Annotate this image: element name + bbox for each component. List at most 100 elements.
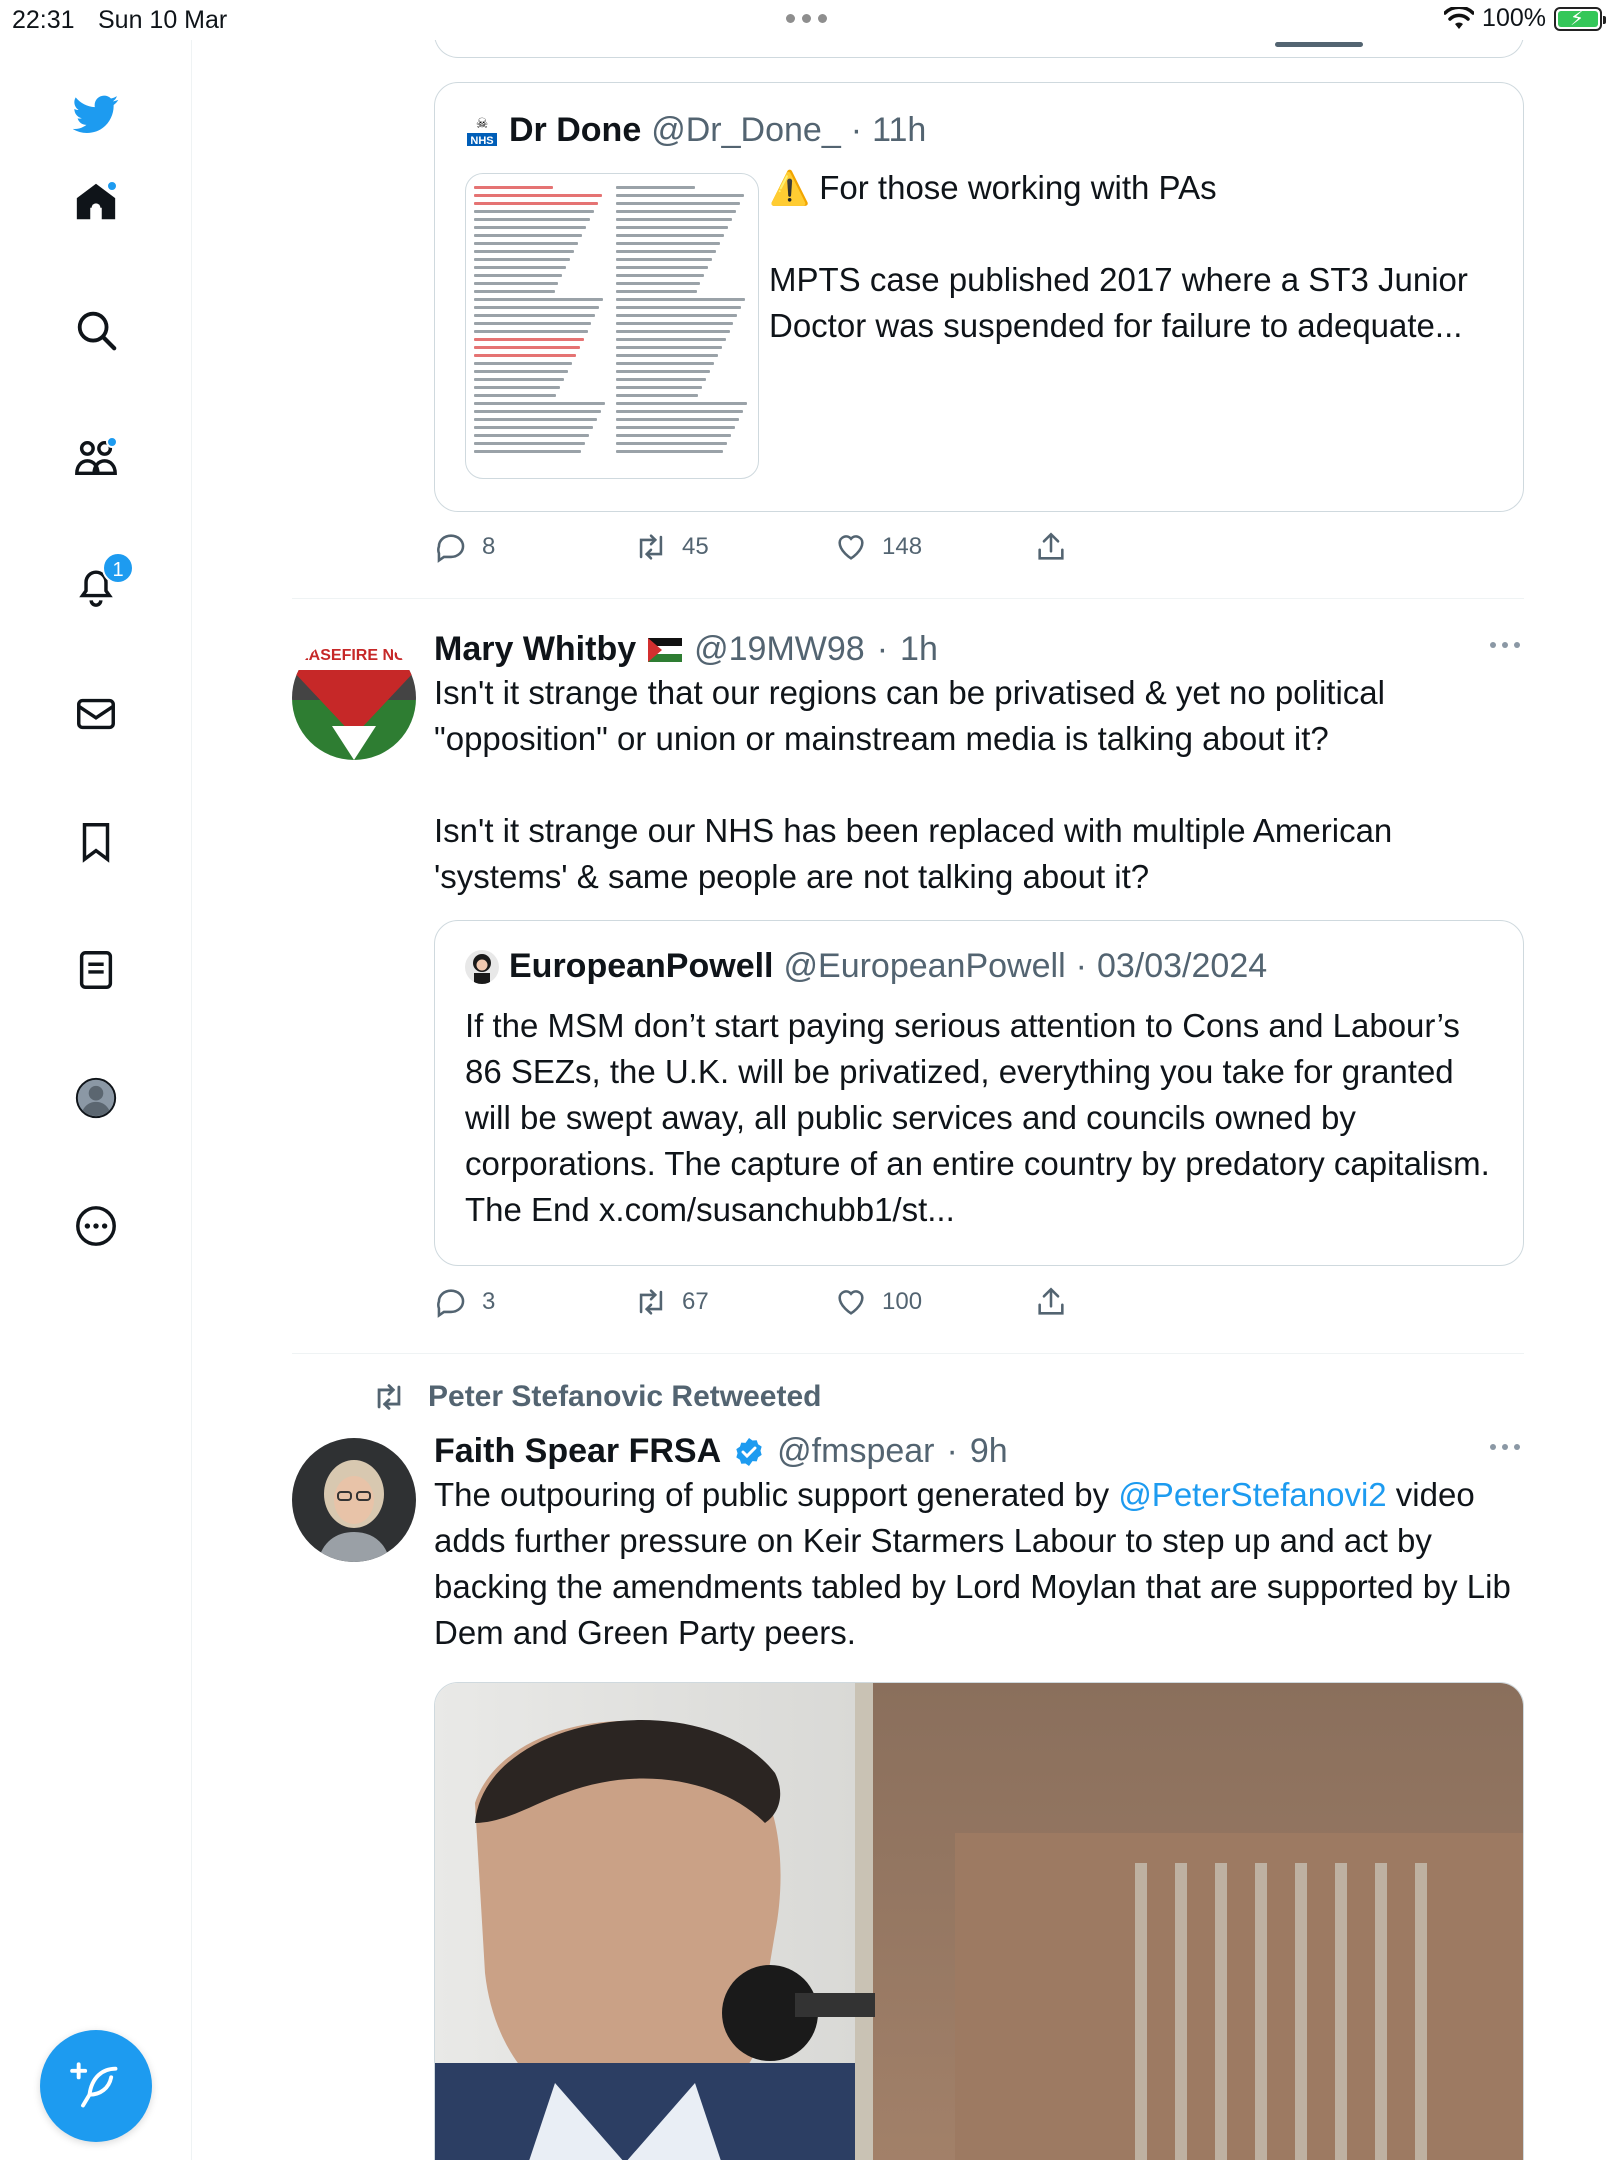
document-text-line bbox=[616, 218, 733, 221]
document-text-line bbox=[474, 450, 581, 453]
document-text-line bbox=[616, 434, 731, 437]
document-text-line bbox=[616, 314, 738, 317]
user-handle[interactable]: @fmspear bbox=[777, 1432, 934, 1471]
tweet-more-icon[interactable] bbox=[1490, 1444, 1520, 1450]
home-icon[interactable] bbox=[70, 176, 122, 228]
retweet-button[interactable]: 67 bbox=[634, 1285, 834, 1319]
tweet-actions: 3 67 100 bbox=[434, 1285, 1234, 1319]
heart-icon bbox=[838, 535, 864, 560]
retweeted-by-label[interactable]: Peter Stefanovic Retweeted bbox=[428, 1380, 821, 1414]
wifi-icon bbox=[1444, 6, 1475, 29]
document-text-line bbox=[474, 274, 563, 277]
document-image-thumbnail[interactable] bbox=[465, 173, 759, 479]
tweet-media-image[interactable] bbox=[434, 1682, 1524, 2160]
document-text-line bbox=[616, 210, 737, 213]
document-text-line bbox=[474, 442, 585, 445]
quoted-tweet-text: If the MSM don’t start paying serious at… bbox=[465, 1007, 1490, 1228]
share-icon bbox=[1038, 532, 1064, 560]
document-text-line bbox=[474, 242, 579, 245]
document-text-line bbox=[616, 226, 729, 229]
document-text-line bbox=[474, 194, 603, 197]
document-text-line bbox=[474, 210, 595, 213]
profile-avatar-icon[interactable] bbox=[70, 1072, 122, 1124]
twitter-logo-icon[interactable] bbox=[70, 88, 122, 140]
share-button[interactable] bbox=[1034, 1285, 1234, 1319]
retweet-count: 67 bbox=[682, 1288, 709, 1315]
quoted-user-name: Dr Done bbox=[509, 111, 642, 149]
communities-icon[interactable] bbox=[70, 432, 122, 484]
like-button[interactable]: 100 bbox=[834, 1285, 1034, 1319]
reply-button[interactable]: 3 bbox=[434, 1285, 634, 1319]
quoted-user-avatar: ☠ NHS bbox=[465, 114, 499, 148]
verified-badge-icon bbox=[736, 1437, 762, 1466]
more-options-icon[interactable] bbox=[70, 1200, 122, 1252]
document-text-line bbox=[616, 266, 709, 269]
document-text-line bbox=[474, 378, 564, 381]
document-text-line bbox=[616, 258, 713, 261]
battery-icon: ⚡ bbox=[1554, 6, 1606, 31]
quoted-tweet-line2: MPTS case published 2017 where a ST3 Jun… bbox=[769, 261, 1468, 344]
document-text-line bbox=[616, 250, 717, 253]
quoted-tweet-card[interactable]: EuropeanPowell @EuropeanPowell · 03/03/2… bbox=[434, 920, 1524, 1266]
quoted-tweet-card[interactable]: ☠ NHS Dr Done @Dr_Done_ · 11h ⚠️ For thos… bbox=[434, 82, 1524, 512]
tweet-header: Mary Whitby @19MW98 · 1h bbox=[434, 630, 938, 669]
document-text-line bbox=[474, 410, 601, 413]
document-text-line bbox=[474, 234, 583, 237]
document-text-line bbox=[474, 186, 554, 189]
document-text-line bbox=[616, 274, 705, 277]
document-text-line bbox=[616, 442, 727, 445]
document-text-line bbox=[474, 386, 560, 389]
quoted-user-avatar bbox=[465, 949, 499, 984]
like-count: 100 bbox=[882, 1288, 923, 1315]
document-text-line bbox=[474, 330, 588, 333]
document-text-line bbox=[616, 402, 747, 405]
document-text-line bbox=[616, 338, 726, 341]
tweet-more-icon[interactable] bbox=[1490, 642, 1520, 648]
lists-icon[interactable] bbox=[70, 944, 122, 996]
notifications-bell-icon[interactable]: 1 bbox=[70, 552, 134, 612]
sidebar: 1 bbox=[0, 40, 192, 2160]
user-handle[interactable]: @19MW98 bbox=[694, 630, 865, 669]
user-name[interactable]: Faith Spear FRSA bbox=[434, 1432, 721, 1471]
tweet-text: The outpouring of public support generat… bbox=[434, 1476, 1511, 1651]
document-text-line bbox=[474, 250, 575, 253]
reply-icon bbox=[437, 534, 465, 563]
multitasking-dots-icon[interactable] bbox=[786, 14, 827, 23]
retweeted-by-row: Peter Stefanovic Retweeted bbox=[372, 1380, 821, 1414]
like-count: 148 bbox=[882, 533, 923, 560]
document-text-line bbox=[616, 322, 734, 325]
quoted-tweet-time: 03/03/2024 bbox=[1096, 947, 1268, 985]
retweet-icon bbox=[639, 1289, 663, 1315]
like-button[interactable]: 148 bbox=[834, 530, 1034, 564]
bookmarks-icon[interactable] bbox=[70, 816, 122, 868]
reply-button[interactable]: 8 bbox=[434, 530, 634, 564]
retweet-icon bbox=[639, 534, 663, 560]
reply-count: 8 bbox=[482, 533, 496, 560]
share-button[interactable] bbox=[1034, 530, 1234, 564]
user-name[interactable]: Mary Whitby bbox=[434, 630, 636, 669]
document-text-line bbox=[474, 266, 567, 269]
document-text-line bbox=[616, 354, 718, 357]
timeline: ☠ NHS Dr Done @Dr_Done_ · 11h ⚠️ For thos… bbox=[192, 40, 1620, 2160]
document-text-line bbox=[474, 282, 559, 285]
document-text-line bbox=[474, 418, 597, 421]
messages-envelope-icon[interactable] bbox=[70, 688, 122, 740]
tweet-time: 9h bbox=[969, 1432, 1008, 1470]
document-text-line bbox=[474, 258, 571, 261]
document-text-line bbox=[616, 450, 723, 453]
document-text-line bbox=[474, 306, 600, 309]
document-text-line bbox=[474, 354, 576, 357]
user-avatar[interactable] bbox=[292, 1438, 416, 1562]
user-avatar[interactable]: CEASEFIRE NOW bbox=[292, 636, 416, 760]
compose-tweet-button[interactable] bbox=[40, 2030, 152, 2142]
mention-link[interactable]: @PeterStefanovi2 bbox=[1118, 1476, 1386, 1513]
status-date: Sun 10 Mar bbox=[98, 6, 228, 34]
search-icon[interactable] bbox=[70, 304, 122, 356]
document-text-line bbox=[616, 410, 743, 413]
palestine-flag-icon bbox=[648, 637, 683, 662]
document-text-line bbox=[474, 370, 568, 373]
retweet-button[interactable]: 45 bbox=[634, 530, 834, 564]
communities-unread-dot bbox=[106, 436, 118, 448]
quoted-user-handle: @EuropeanPowell bbox=[783, 947, 1066, 985]
document-text-line bbox=[474, 322, 592, 325]
